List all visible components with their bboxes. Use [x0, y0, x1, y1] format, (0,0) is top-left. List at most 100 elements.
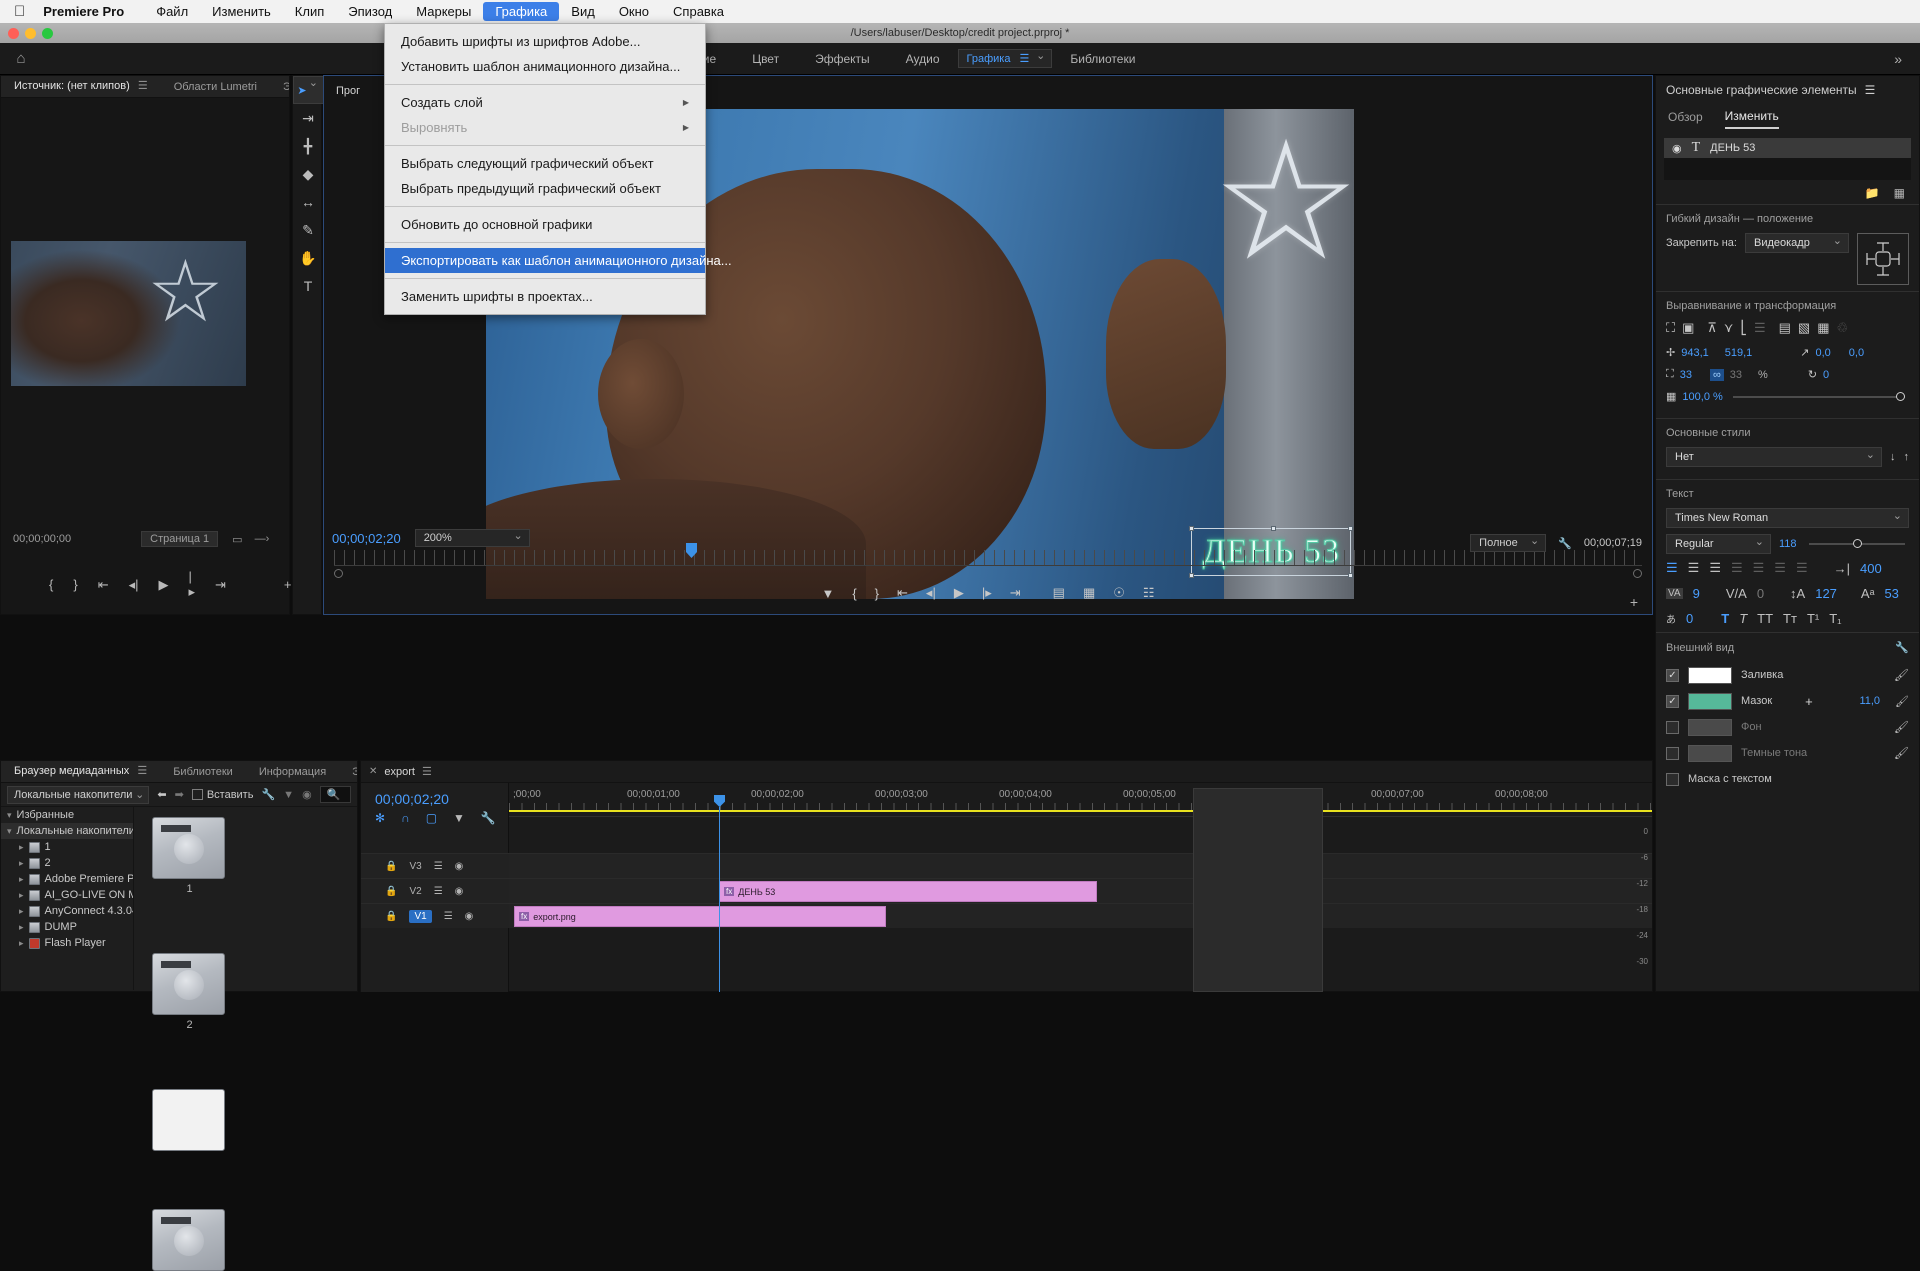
master-style-select[interactable]: Нет: [1666, 447, 1882, 467]
lock-icon[interactable]: 🔒: [385, 886, 397, 897]
type-tool[interactable]: T: [293, 272, 323, 300]
play-icon[interactable]: ▶: [159, 577, 169, 593]
justify-all-icon[interactable]: ☰: [1796, 560, 1808, 576]
back-arrow-icon[interactable]: ⬅: [157, 788, 166, 801]
line-spacing-value[interactable]: 127: [1815, 586, 1837, 601]
wrench-icon[interactable]: 🔧: [481, 811, 496, 825]
panel-menu-icon[interactable]: ☰: [138, 80, 148, 92]
rotation-value[interactable]: 0: [1823, 369, 1829, 381]
tab-source[interactable]: Источник: (нет клипов) ☰: [1, 76, 161, 98]
shadow-color-swatch[interactable]: [1688, 745, 1732, 762]
menu-item-install-mogrt[interactable]: Установить шаблон анимационного дизайна.…: [385, 54, 705, 79]
align-top-icon[interactable]: ⊼: [1707, 320, 1717, 336]
tab-program[interactable]: Прог: [324, 85, 360, 97]
program-timecode[interactable]: 00;00;02;20: [332, 531, 401, 546]
workspace-overflow-icon[interactable]: »: [1876, 51, 1920, 67]
opacity-slider-knob[interactable]: [1896, 392, 1905, 401]
scroll-handle-left[interactable]: [334, 569, 343, 578]
font-size-slider[interactable]: [1809, 543, 1905, 545]
stroke-eyedropper-icon[interactable]: 🖌: [1895, 695, 1909, 708]
view-icon[interactable]: ◉: [302, 788, 312, 801]
tsume-value[interactable]: 0: [1686, 611, 1693, 626]
menu-sequence[interactable]: Эпизод: [336, 2, 404, 21]
apple-logo-icon[interactable]: : [14, 4, 25, 19]
insert-toggle[interactable]: Вставить: [192, 789, 254, 801]
settings-wrench-icon[interactable]: 🔧: [1558, 537, 1572, 550]
chevron-right-icon[interactable]: ▸: [19, 938, 24, 949]
menu-item-export-as-mogrt[interactable]: Экспортировать как шаблон анимационного …: [385, 248, 705, 273]
tab-effect-controls[interactable]: Элементы уг: [270, 76, 289, 98]
filter-icon[interactable]: ▼: [283, 789, 294, 801]
minimize-window-button[interactable]: [25, 28, 36, 39]
align-bottom-icon[interactable]: ⎣: [1740, 320, 1747, 336]
anchor-y-value[interactable]: 0,0: [1849, 347, 1864, 359]
mark-in-icon[interactable]: {: [852, 586, 856, 601]
hand-tool[interactable]: ✋: [293, 244, 323, 272]
forward-arrow-icon[interactable]: ➡: [175, 788, 184, 801]
fill-eyedropper-icon[interactable]: 🖌: [1894, 668, 1909, 682]
align-text-right-icon[interactable]: ☰: [1709, 560, 1721, 576]
justify-right-icon[interactable]: ☰: [1774, 560, 1786, 576]
step-back-icon[interactable]: ◂|: [129, 577, 139, 593]
fill-checkbox[interactable]: ✓: [1666, 669, 1679, 682]
toggle-output-icon[interactable]: ☰: [444, 911, 453, 922]
align-middle-icon[interactable]: ⋎: [1724, 320, 1734, 336]
mask-checkbox[interactable]: [1666, 773, 1679, 786]
menu-view[interactable]: Вид: [559, 2, 607, 21]
scale-x-value[interactable]: 33: [1680, 369, 1692, 381]
chevron-right-icon[interactable]: ▸: [19, 858, 24, 869]
tab-libraries[interactable]: Библиотеки: [160, 761, 246, 783]
workspace-tab-graphics[interactable]: Графика ☰: [958, 49, 1053, 68]
search-input[interactable]: 🔍: [320, 786, 351, 803]
stroke-width-value[interactable]: 11,0: [1859, 695, 1880, 707]
tab-effects[interactable]: Эффекты: [339, 761, 357, 783]
pin-anchor-diagram-icon[interactable]: [1857, 233, 1909, 285]
kerning-value[interactable]: 0: [1757, 586, 1764, 601]
wrench-icon[interactable]: 🔧: [261, 788, 275, 801]
add-button-icon[interactable]: +: [1630, 594, 1638, 610]
stroke-checkbox[interactable]: ✓: [1666, 695, 1679, 708]
opacity-value[interactable]: 100,0 %: [1682, 391, 1722, 403]
timeline-track-v3[interactable]: [509, 853, 1652, 878]
subscript-icon[interactable]: T₁: [1829, 611, 1841, 626]
background-eyedropper-icon[interactable]: 🖌: [1894, 720, 1909, 734]
tree-item-ai-go-live[interactable]: ▸ AI_GO-LIVE ON MONDAY (: [1, 887, 133, 903]
comparison-view-icon[interactable]: ☷: [1143, 585, 1155, 601]
tree-item-premiere[interactable]: ▸ Adobe Premiere Pro CC 20: [1, 871, 133, 887]
font-size-slider-knob[interactable]: [1853, 539, 1862, 548]
new-layer-icon[interactable]: ▦: [1894, 186, 1905, 200]
eg-pin-select[interactable]: Видеокадр: [1745, 233, 1849, 253]
new-folder-icon[interactable]: 📁: [1865, 186, 1880, 200]
slip-tool[interactable]: ✎: [293, 216, 323, 244]
step-forward-icon[interactable]: |▸: [982, 585, 992, 601]
leading-value[interactable]: 400: [1860, 561, 1882, 576]
track-name-v3[interactable]: V3: [409, 861, 421, 872]
justify-left-icon[interactable]: ☰: [1731, 560, 1743, 576]
tab-info[interactable]: Информация: [246, 761, 339, 783]
tab-lumetri-scopes[interactable]: Области Lumetri: [161, 76, 270, 98]
source-add-icon[interactable]: —›: [255, 533, 270, 545]
background-checkbox[interactable]: [1666, 721, 1679, 734]
menu-clip[interactable]: Клип: [283, 2, 336, 21]
go-to-out-icon[interactable]: ⇥: [1010, 585, 1021, 601]
chevron-right-icon[interactable]: ▸: [19, 906, 24, 917]
track-header-v3[interactable]: 🔒 V3 ☰ ◉: [361, 853, 509, 878]
justify-center-icon[interactable]: ☰: [1753, 560, 1765, 576]
workspace-tab-audio[interactable]: Аудио: [888, 52, 958, 66]
track-select-tool[interactable]: ⇥: [293, 104, 323, 132]
snap-icon[interactable]: ∩: [401, 811, 410, 825]
chevron-down-icon[interactable]: ▾: [7, 810, 12, 821]
all-caps-icon[interactable]: TT: [1757, 611, 1773, 626]
eye-icon[interactable]: ◉: [465, 911, 474, 922]
lock-icon[interactable]: 🔒: [385, 911, 397, 922]
timeline-track-v1[interactable]: fx export.png: [509, 903, 1652, 928]
go-to-in-icon[interactable]: ⇤: [98, 577, 109, 593]
timeline-track-v2[interactable]: fx ДЕНЬ 53: [509, 878, 1652, 903]
track-name-v1[interactable]: V1: [409, 910, 431, 923]
extract-icon[interactable]: ▦: [1083, 585, 1095, 601]
mark-in-icon[interactable]: {: [49, 577, 53, 592]
chevron-right-icon[interactable]: ▸: [19, 922, 24, 933]
marker-icon[interactable]: ▼: [453, 811, 465, 825]
menu-item-replace-fonts[interactable]: Заменить шрифты в проектах...: [385, 284, 705, 309]
position-x-value[interactable]: 943,1: [1681, 347, 1709, 359]
